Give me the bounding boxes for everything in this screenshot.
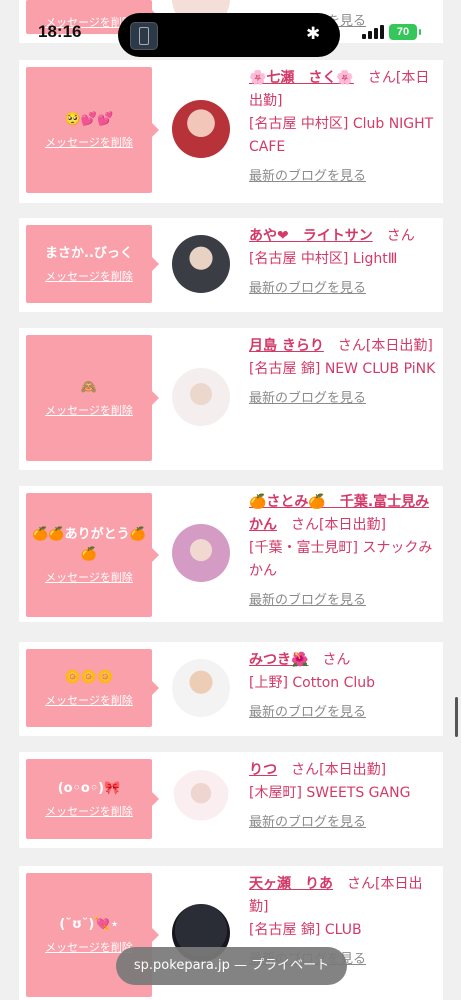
delete-message-link[interactable]: メッセージを削除 (45, 404, 133, 418)
avatar[interactable] (172, 659, 230, 717)
cast-name-link[interactable]: 月島 きらり (249, 338, 324, 354)
cellular-signal-icon (362, 25, 384, 39)
cast-name-link[interactable]: 天ヶ瀬 りあ (249, 876, 333, 892)
message-bubble: まさか..びっく メッセージを削除 (26, 225, 159, 303)
cast-status: さん (386, 228, 415, 244)
dynamic-island[interactable]: ✱ (118, 13, 340, 57)
avatar[interactable] (172, 235, 230, 293)
blog-link[interactable]: 最新のブログを見る (249, 701, 439, 724)
message-text: (o◦o◦)🎀 (57, 781, 121, 796)
cast-status: さん[本日出勤] (291, 517, 386, 533)
blog-link[interactable]: 最新のブログを見る (249, 387, 439, 410)
cast-status: さん[本日出勤] (337, 338, 433, 354)
blog-link[interactable]: 最新のブログを見る (249, 277, 439, 300)
list-item: 🥺💕💕 メッセージを削除 🌸七瀬 さく🌸 さん[本日出勤] [名古屋 中村区] … (19, 60, 443, 203)
list-item: 🍊🍊ありがとう🍊🍊 メッセージを削除 🍊さとみ🍊 千葉.富士見みかん さん[本日… (19, 486, 443, 622)
cast-name-link[interactable]: あや❤︎ ライトサン (249, 228, 373, 244)
list-item: (o◦o◦)🎀 メッセージを削除 りつ さん[本日出勤] [木屋町] SWEET… (19, 752, 443, 848)
card-info: 月島 きらり さん[本日出勤] [名古屋 錦] NEW CLUB PiNK 最新… (249, 335, 439, 410)
bluetooth-icon: ✱ (306, 24, 321, 44)
message-bubble: 🙈 メッセージを削除 (26, 335, 159, 461)
cast-status: さん (322, 652, 351, 668)
message-text: (˘ʊ˘)💘⋆ (59, 917, 119, 932)
url-bar[interactable]: sp.pokepara.jp — プライベート (116, 947, 347, 985)
avatar[interactable] (172, 100, 230, 158)
message-text: 🙈 (80, 380, 98, 395)
clock: 18:16 (38, 22, 82, 41)
delete-message-link[interactable]: メッセージを削除 (45, 694, 133, 708)
delete-message-link[interactable]: メッセージを削除 (45, 136, 133, 150)
now-playing-thumbnail-icon (130, 22, 158, 50)
shop-name: [千葉・富士見町] スナックみかん (249, 540, 433, 579)
shop-name: [木屋町] SWEETS GANG (249, 785, 411, 801)
message-text: 🍊🍊ありがとう🍊🍊 (32, 527, 146, 562)
avatar[interactable] (172, 368, 230, 426)
card-info: 🌸七瀬 さく🌸 さん[本日出勤] [名古屋 中村区] Club NIGHT CA… (249, 67, 439, 188)
message-text: 🥺💕💕 (64, 112, 114, 127)
message-bubble: 🍊🍊ありがとう🍊🍊 メッセージを削除 (26, 493, 159, 617)
message-bubble: (o◦o◦)🎀 メッセージを削除 (26, 759, 159, 839)
shop-name: [名古屋 中村区] LightⅢ (249, 251, 398, 267)
list-item: 🌼🌼🌼 メッセージを削除 みつき🌺 さん [上野] Cotton Club 最新… (19, 642, 443, 736)
card-info: りつ さん[本日出勤] [木屋町] SWEETS GANG 最新のブログを見る (249, 759, 439, 834)
blog-link[interactable]: 最新のブログを見る (249, 165, 439, 188)
status-bar: 18:16 ✱ 70 (0, 0, 461, 70)
shop-name: [名古屋 錦] CLUB (249, 922, 362, 938)
card-info: 🍊さとみ🍊 千葉.富士見みかん さん[本日出勤] [千葉・富士見町] スナックみ… (249, 491, 439, 612)
card-info: みつき🌺 さん [上野] Cotton Club 最新のブログを見る (249, 649, 439, 724)
list-item: まさか..びっく メッセージを削除 あや❤︎ ライトサン さん [名古屋 中村区… (19, 218, 443, 312)
shop-name: [上野] Cotton Club (249, 675, 376, 691)
delete-message-link[interactable]: メッセージを削除 (45, 270, 133, 284)
shop-name: [名古屋 中村区] Club NIGHT CAFE (249, 116, 434, 155)
message-text: まさか..びっく (45, 246, 133, 261)
battery-icon: 70 (389, 24, 421, 40)
message-bubble: 🥺💕💕 メッセージを削除 (26, 67, 159, 193)
message-text: 🌼🌼🌼 (64, 670, 114, 685)
avatar[interactable] (172, 770, 230, 828)
card-info: あや❤︎ ライトサン さん [名古屋 中村区] LightⅢ 最新のブログを見る (249, 225, 439, 300)
blog-link[interactable]: 最新のブログを見る (249, 811, 439, 834)
avatar[interactable] (172, 524, 230, 582)
cast-name-link[interactable]: 🌸七瀬 さく🌸 (249, 70, 354, 86)
cast-name-link[interactable]: りつ (249, 762, 277, 778)
message-bubble: 🌼🌼🌼 メッセージを削除 (26, 649, 159, 727)
shop-name: [名古屋 錦] NEW CLUB PiNK (249, 361, 436, 377)
cast-status: さん[本日出勤] (291, 762, 387, 778)
scrollbar[interactable] (455, 697, 458, 737)
delete-message-link[interactable]: メッセージを削除 (45, 805, 133, 819)
delete-message-link[interactable]: メッセージを削除 (45, 571, 133, 585)
list-item: 🙈 メッセージを削除 月島 きらり さん[本日出勤] [名古屋 錦] NEW C… (19, 328, 443, 470)
blog-link[interactable]: 最新のブログを見る (249, 589, 439, 612)
cast-name-link[interactable]: みつき🌺 (249, 652, 308, 668)
